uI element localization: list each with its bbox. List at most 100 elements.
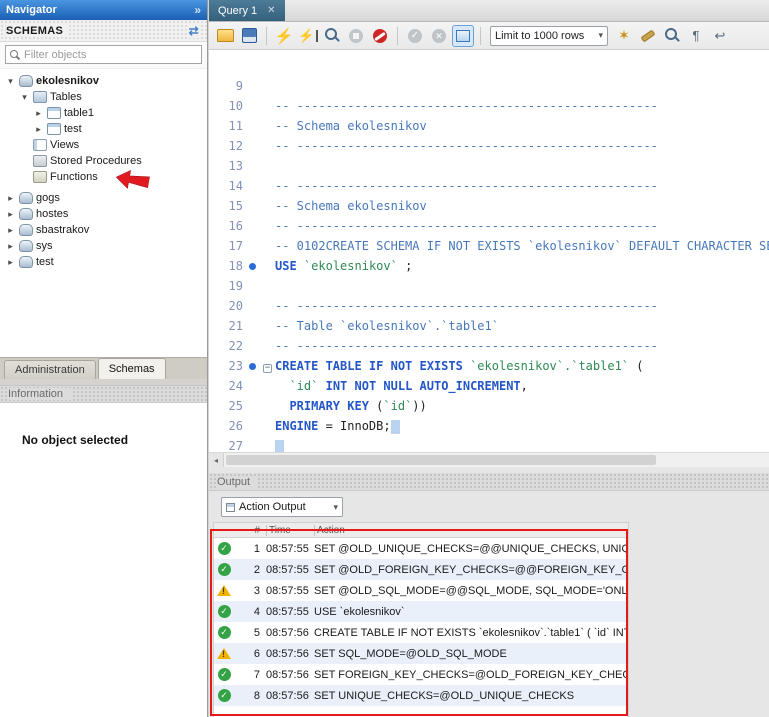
code-line[interactable]: 22-- -----------------------------------… (209, 336, 769, 356)
tree-item-sys[interactable]: ▸sys (0, 238, 207, 254)
tree-item-label: test (64, 123, 82, 135)
marker-column (247, 316, 260, 336)
output-row[interactable]: 208:57:55SET @OLD_FOREIGN_KEY_CHECKS=@@F… (214, 559, 628, 580)
explain-icon[interactable] (321, 25, 343, 47)
chevron-right-icon[interactable]: ▸ (5, 193, 16, 204)
tab-query-1[interactable]: Query 1 ✕ (209, 0, 285, 21)
code-line[interactable]: 9 (209, 76, 769, 96)
tree-item-stored-procedures[interactable]: Stored Procedures (0, 153, 207, 169)
code-line[interactable]: 11-- Schema ekolesnikov (209, 116, 769, 136)
chevron-right-icon[interactable]: ▸ (5, 225, 16, 236)
tree-item-test[interactable]: ▸test (0, 254, 207, 270)
output-row[interactable]: 808:57:56SET UNIQUE_CHECKS=@OLD_UNIQUE_C… (214, 685, 628, 706)
fold-collapse-icon[interactable]: − (263, 364, 272, 373)
action-column-header[interactable]: Action (314, 525, 628, 536)
chevron-right-icon[interactable]: ▸ (33, 124, 44, 135)
autocommit-icon[interactable] (452, 25, 474, 47)
chevron-right-icon[interactable]: ▸ (5, 209, 16, 220)
scroll-left-icon[interactable]: ◂ (209, 453, 224, 467)
row-action: SET @OLD_FOREIGN_KEY_CHECKS=@@FOREIGN_KE… (314, 564, 628, 576)
output-row[interactable]: 708:57:56SET FOREIGN_KEY_CHECKS=@OLD_FOR… (214, 664, 628, 685)
tree-item-label: gogs (36, 192, 60, 204)
tree-item-gogs[interactable]: ▸ gogs (0, 190, 207, 206)
tree-item-table1[interactable]: ▸table1 (0, 105, 207, 121)
code-line[interactable]: 21-- Table `ekolesnikov`.`table1` (209, 316, 769, 336)
tab-schemas[interactable]: Schemas (98, 358, 166, 379)
clean-icon[interactable] (637, 25, 659, 47)
output-row[interactable]: 608:57:56SET SQL_MODE=@OLD_SQL_MODE (214, 643, 628, 664)
code-line[interactable]: 20-- -----------------------------------… (209, 296, 769, 316)
information-body: No object selected (0, 403, 207, 717)
chevron-right-icon[interactable]: ▸ (5, 257, 16, 268)
tree-item-tables[interactable]: ▾Tables (0, 89, 207, 105)
commit-icon[interactable] (404, 25, 426, 47)
code-line[interactable]: 24 `id` INT NOT NULL AUTO_INCREMENT, (209, 376, 769, 396)
sql-editor[interactable]: 910-- ----------------------------------… (209, 50, 769, 452)
schemas-section-header: SCHEMAS ⇄ (0, 20, 207, 42)
chevron-down-icon[interactable]: ▾ (19, 92, 30, 103)
scrollbar-thumb[interactable] (226, 455, 656, 465)
code-line[interactable]: 25 PRIMARY KEY (`id`)) (209, 396, 769, 416)
refresh-schemas-icon[interactable]: ⇄ (187, 24, 201, 38)
line-number: 21 (209, 316, 247, 336)
tree-item-ekolesnikov[interactable]: ▾ekolesnikov (0, 73, 207, 89)
grid-icon (226, 503, 235, 512)
code-line[interactable]: 12-- -----------------------------------… (209, 136, 769, 156)
stop-on-error-icon[interactable] (369, 25, 391, 47)
limit-rows-dropdown[interactable]: Limit to 1000 rows▾ (490, 26, 608, 46)
open-script-icon[interactable] (214, 25, 236, 47)
marker-column (247, 256, 260, 276)
code-line[interactable]: 23−CREATE TABLE IF NOT EXISTS `ekolesnik… (209, 356, 769, 376)
code-line[interactable]: 26ENGINE = InnoDB; (209, 416, 769, 436)
mysql-workbench-window: Navigator » SCHEMAS ⇄ ▾ekolesnikov▾Table… (0, 0, 769, 717)
chevron-right-icon[interactable]: ▸ (33, 108, 44, 119)
beautify-icon[interactable] (613, 25, 635, 47)
marker-column (247, 76, 260, 96)
code-line[interactable]: 27 (209, 436, 769, 452)
execute-current-icon[interactable] (297, 25, 319, 47)
panel-toggle-icon[interactable]: » (194, 3, 201, 17)
editor-horizontal-scrollbar[interactable]: ◂ (209, 452, 769, 467)
tree-item-functions[interactable]: Functions (0, 169, 207, 185)
tree-item-test[interactable]: ▸ test (0, 121, 207, 137)
output-label: Output (217, 476, 258, 488)
schema-icon (19, 75, 33, 87)
success-icon (218, 626, 231, 639)
code-line[interactable]: 18USE `ekolesnikov` ; (209, 256, 769, 276)
execute-icon[interactable] (273, 25, 295, 47)
success-icon (218, 689, 231, 702)
save-script-icon[interactable] (238, 25, 260, 47)
time-column-header[interactable]: Time (266, 525, 314, 536)
code-line[interactable]: 13 (209, 156, 769, 176)
index-column-header[interactable]: # (234, 525, 266, 536)
code-line[interactable]: 17-- 0102CREATE SCHEMA IF NOT EXISTS `ek… (209, 236, 769, 256)
chevron-right-icon[interactable]: ▸ (5, 241, 16, 252)
rollback-icon[interactable] (428, 25, 450, 47)
tree-item-sbastrakov[interactable]: ▸sbastrakov (0, 222, 207, 238)
statement-marker-icon (249, 363, 256, 370)
code-line[interactable]: 16-- -----------------------------------… (209, 216, 769, 236)
filter-objects-input[interactable] (24, 49, 198, 61)
code-line[interactable]: 10-- -----------------------------------… (209, 96, 769, 116)
output-row[interactable]: 408:57:55USE `ekolesnikov` (214, 601, 628, 622)
code-line[interactable]: 14-- -----------------------------------… (209, 176, 769, 196)
output-view-dropdown[interactable]: Action Output ▾ (221, 497, 343, 517)
code-line[interactable]: 19 (209, 276, 769, 296)
chevron-down-icon[interactable]: ▾ (5, 76, 16, 87)
close-tab-icon[interactable]: ✕ (267, 5, 275, 16)
output-row[interactable]: 308:57:55SET @OLD_SQL_MODE=@@SQL_MODE, S… (214, 580, 628, 601)
output-row[interactable]: 508:57:56CREATE TABLE IF NOT EXISTS `eko… (214, 622, 628, 643)
wrap-icon[interactable] (709, 25, 731, 47)
tree-item-hostes[interactable]: ▸hostes (0, 206, 207, 222)
code-line[interactable]: 15-- Schema ekolesnikov (209, 196, 769, 216)
status-cell (214, 626, 234, 639)
tree-item-views[interactable]: Views (0, 137, 207, 153)
stop-icon[interactable] (345, 25, 367, 47)
find-icon[interactable] (661, 25, 683, 47)
invisibles-icon[interactable] (685, 25, 707, 47)
tab-administration[interactable]: Administration (4, 360, 96, 379)
selection-block (391, 420, 400, 434)
code-text (275, 436, 769, 452)
output-row[interactable]: 108:57:55SET @OLD_UNIQUE_CHECKS=@@UNIQUE… (214, 538, 628, 559)
line-number: 23 (209, 356, 247, 376)
